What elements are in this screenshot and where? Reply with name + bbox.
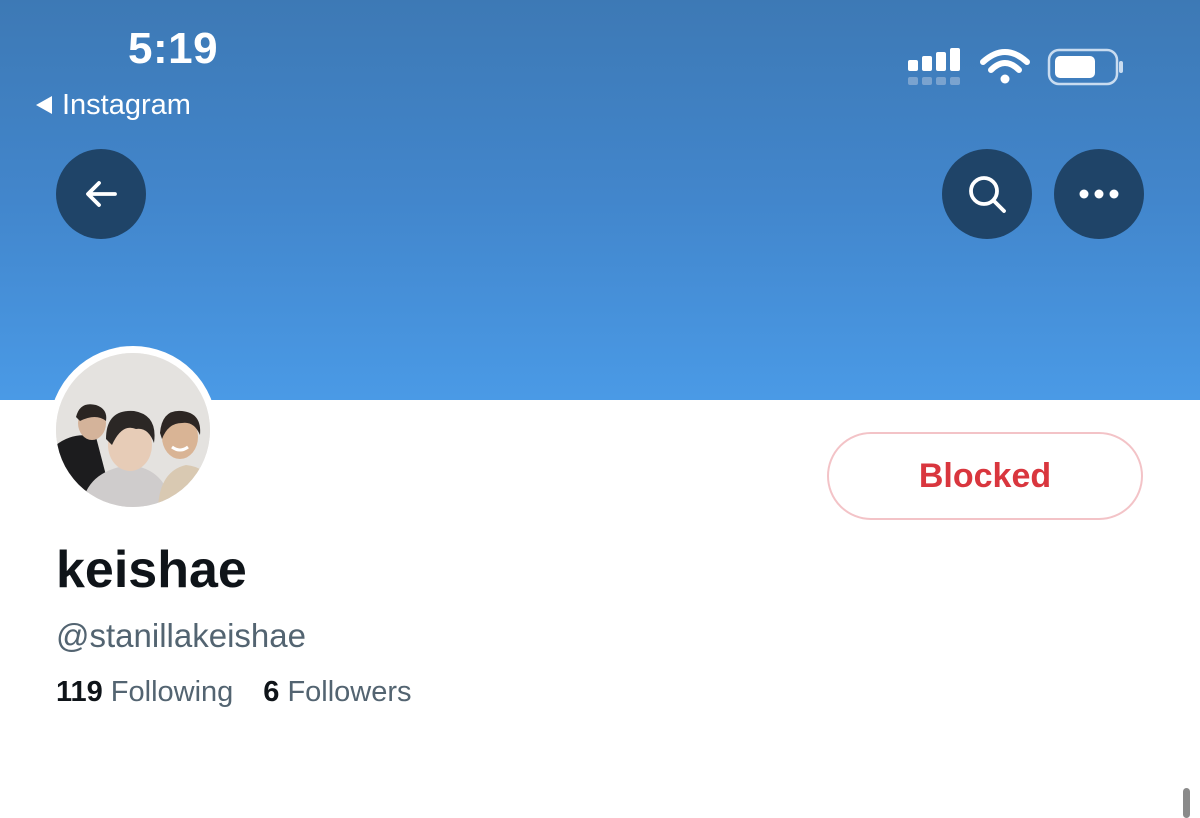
more-options-button[interactable]	[1054, 149, 1144, 239]
profile-handle: @stanillakeishae	[56, 617, 306, 654]
profile-avatar[interactable]	[49, 346, 217, 514]
profile-stats: 119 Following 6 Followers	[56, 676, 412, 709]
cellular-signal-icon	[908, 48, 960, 85]
back-button[interactable]	[56, 149, 146, 239]
status-time: 5:19	[128, 24, 219, 73]
search-icon	[969, 176, 1006, 213]
blocked-button[interactable]: Blocked	[827, 432, 1143, 520]
battery-icon	[1047, 48, 1123, 86]
profile-display-name: keishae	[56, 541, 247, 599]
back-to-app-link[interactable]: Instagram	[36, 88, 191, 122]
following-count: 119	[56, 676, 103, 708]
followers-label: Followers	[287, 676, 412, 708]
scroll-indicator[interactable]	[1183, 788, 1190, 818]
wifi-icon	[980, 49, 1030, 84]
more-horizontal-icon	[1079, 189, 1119, 199]
followers-count: 6	[263, 676, 280, 708]
avatar-photo-illustration	[56, 353, 210, 507]
status-icons	[905, 46, 1125, 90]
following-label: Following	[110, 676, 234, 708]
arrow-left-icon	[86, 181, 117, 207]
following-stat-link[interactable]: 119 Following	[56, 676, 233, 709]
followers-stat-link[interactable]: 6 Followers	[263, 676, 411, 709]
back-app-label: Instagram	[62, 88, 191, 121]
status-icons-svg	[908, 48, 1123, 86]
back-triangle-icon	[36, 96, 52, 114]
search-button[interactable]	[942, 149, 1032, 239]
avatar-photo	[56, 353, 210, 507]
